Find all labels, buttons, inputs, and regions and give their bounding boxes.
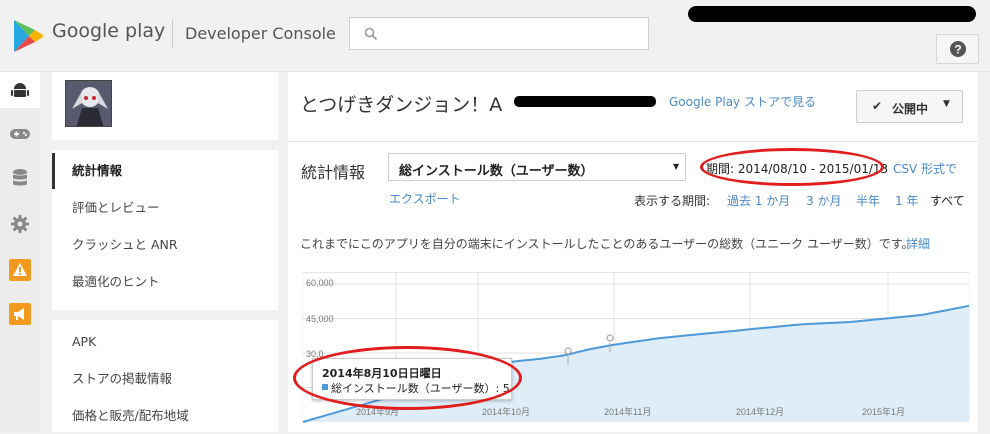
tooltip-date: 2014年8月10日日曜日 xyxy=(322,365,442,381)
range-all[interactable]: すべて xyxy=(930,192,965,209)
nav-item-crashes-anr[interactable]: クラッシュと ANR xyxy=(52,227,278,263)
metric-description: これまでにこのアプリを自分の端末にインストールしたことのあるユーザーの総数（ユニ… xyxy=(300,235,914,252)
series-swatch xyxy=(322,384,328,390)
csv-export-link[interactable]: CSV 形式で xyxy=(893,160,957,177)
x-tick-label: 2014年12月 xyxy=(736,406,784,417)
check-icon: ✔ xyxy=(872,99,882,113)
publish-status-label: 公開中 xyxy=(892,100,928,117)
tooltip-value: 総インストール数（ユーザー数）: 5 xyxy=(331,380,510,396)
google-play-logo-icon[interactable] xyxy=(12,19,44,57)
redacted-title xyxy=(514,96,656,107)
nav-item-ratings-reviews[interactable]: 評価とレビュー xyxy=(52,190,278,226)
redacted-account xyxy=(688,6,976,22)
csv-export-link-line2[interactable]: エクスポート xyxy=(389,190,461,207)
y-tick-label: 60,000 xyxy=(306,278,334,288)
details-link[interactable]: 詳細 xyxy=(906,235,930,252)
statistics-heading: 統計情報 xyxy=(301,159,365,183)
range-6-months[interactable]: 半年 xyxy=(856,192,880,209)
nav-item-store-listing[interactable]: ストアの掲載情報 xyxy=(52,361,278,397)
y-tick-label: 45,000 xyxy=(306,314,334,324)
header-divider xyxy=(172,19,173,48)
chevron-down-icon: ▼ xyxy=(943,99,950,109)
publish-status-button[interactable]: ✔ 公開中 ▼ xyxy=(856,90,963,123)
x-tick-label: 2014年10月 xyxy=(482,406,530,417)
app-icon[interactable] xyxy=(65,80,112,127)
megaphone-icon[interactable] xyxy=(8,302,32,326)
nav-item-optimization-tips[interactable]: 最適化のヒント xyxy=(52,264,278,300)
period-range-text: 期間: 2014/08/10 - 2015/01/13 xyxy=(706,160,888,177)
x-tick-label: 2014年9月 xyxy=(356,406,399,417)
annotation-marker xyxy=(607,335,613,341)
x-tick-label: 2014年11月 xyxy=(604,406,651,417)
nav-item-pricing-distribution[interactable]: 価格と販売/配布地域 xyxy=(52,398,278,434)
range-3-months[interactable]: 3 か月 xyxy=(806,192,841,209)
help-button[interactable]: ? xyxy=(936,34,979,64)
annotation-marker xyxy=(565,348,571,354)
chart-tooltip: 2014年8月10日日曜日 総インストール数（ユーザー数）: 5 xyxy=(312,358,512,400)
svg-text:?: ? xyxy=(954,43,961,57)
x-tick-label: 2015年1月 xyxy=(862,406,905,417)
nav-item-statistics[interactable]: 統計情報 xyxy=(52,153,278,189)
metric-value: 総インストール数（ユーザー数） xyxy=(399,160,593,179)
android-icon[interactable] xyxy=(8,78,32,102)
range-1-year[interactable]: 1 年 xyxy=(895,192,918,209)
nav-item-apk[interactable]: APK xyxy=(52,324,278,360)
top-header: Google play Developer Console ? xyxy=(0,0,990,72)
display-period-label: 表示する期間: xyxy=(634,192,710,209)
chevron-down-icon: ▼ xyxy=(673,162,679,171)
installs-chart[interactable]: 60,00045,00030,02014年9月2014年10月2014年11月2… xyxy=(302,272,970,432)
brand-name[interactable]: Google play xyxy=(52,20,165,42)
app-title: とつげきダンジョン！A xyxy=(300,90,502,117)
search-input[interactable] xyxy=(349,17,649,50)
help-icon: ? xyxy=(949,40,967,62)
console-title[interactable]: Developer Console xyxy=(185,24,336,43)
metric-dropdown[interactable]: 総インストール数（ユーザー数） ▼ xyxy=(388,153,686,181)
database-icon[interactable] xyxy=(8,166,32,190)
view-in-store-link[interactable]: Google Play ストアで見る xyxy=(669,93,816,110)
gear-icon[interactable] xyxy=(8,212,32,236)
search-icon xyxy=(364,26,378,45)
range-last-month[interactable]: 過去 1 か月 xyxy=(727,192,790,209)
gamepad-icon[interactable] xyxy=(8,122,32,146)
warning-icon[interactable] xyxy=(8,258,32,282)
